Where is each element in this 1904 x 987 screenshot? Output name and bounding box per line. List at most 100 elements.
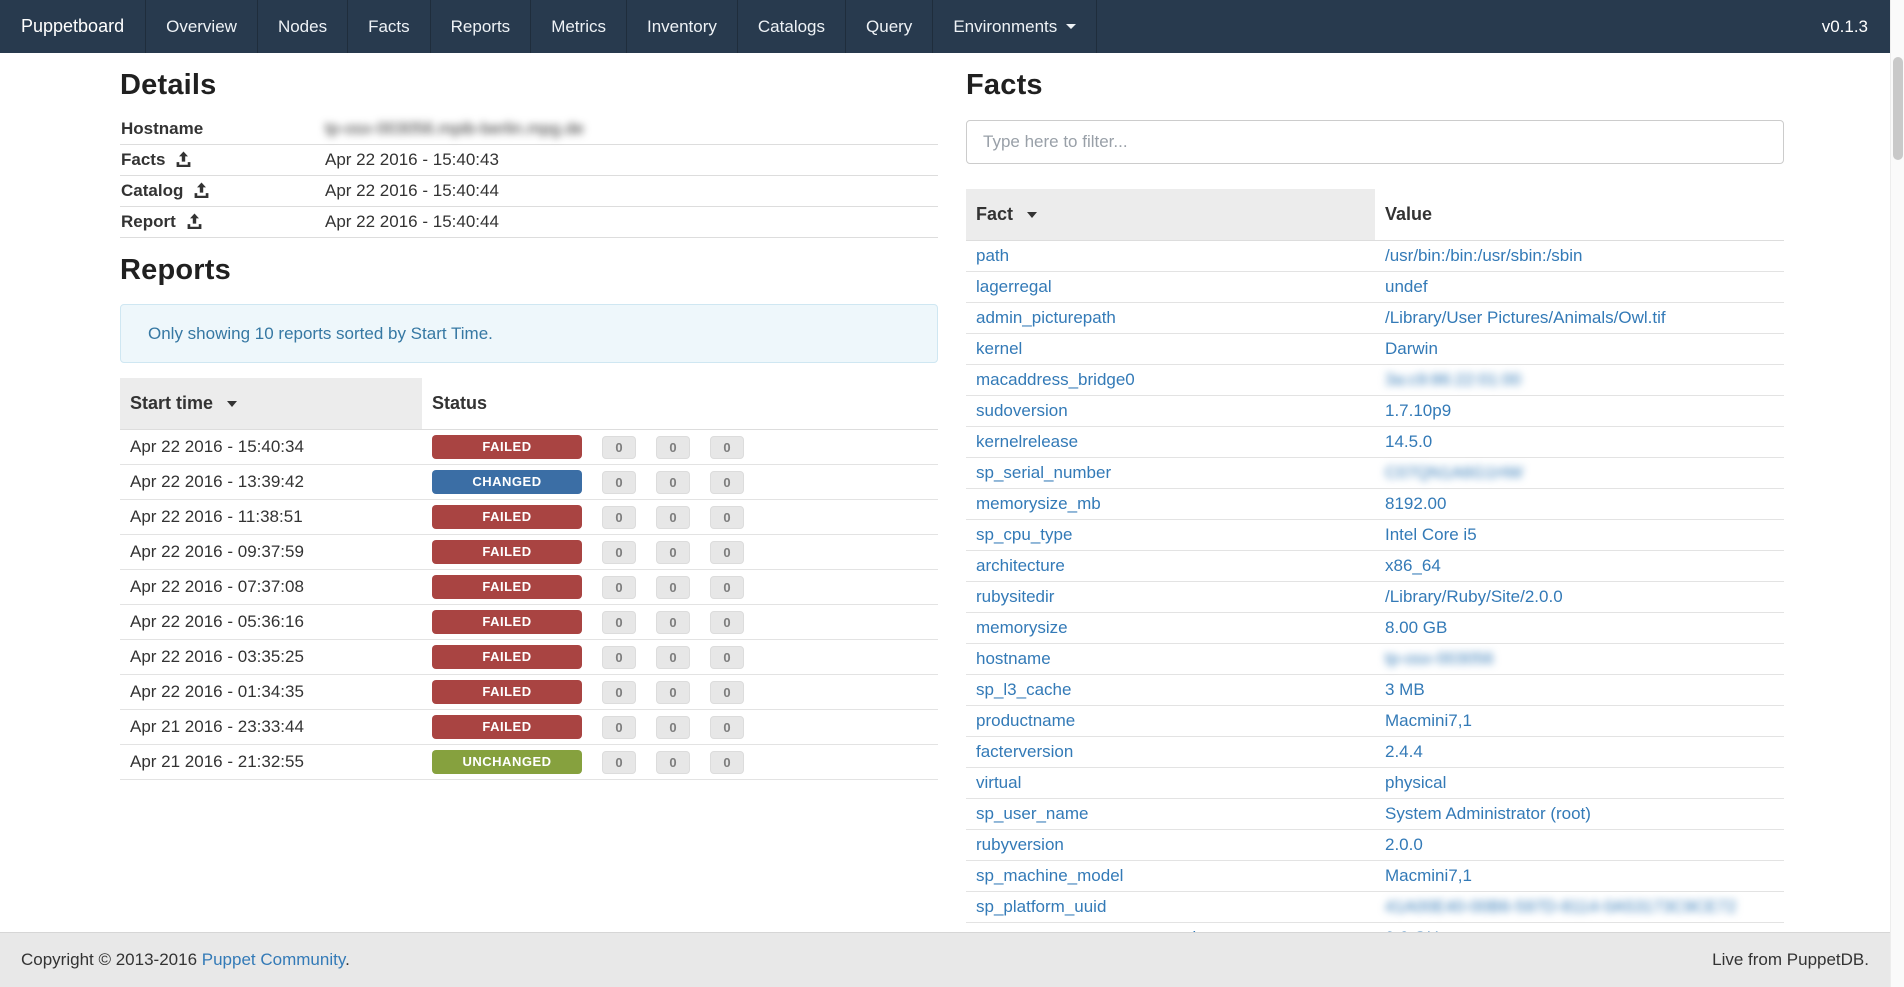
fact-name-link[interactable]: admin_picturepath <box>976 308 1116 327</box>
status-badge[interactable]: FAILED <box>432 645 582 669</box>
fact-name-link[interactable]: macaddress_bridge0 <box>976 370 1135 389</box>
details-row: Hostnametp-osx-003056.mpib-berlin.mpg.de <box>120 114 938 145</box>
count-badge: 0 <box>656 681 690 704</box>
report-row: Apr 22 2016 - 09:37:59FAILED000 <box>120 535 938 570</box>
fact-name-link[interactable]: virtual <box>976 773 1021 792</box>
fact-name-link[interactable]: rubysitedir <box>976 587 1054 606</box>
status-badge[interactable]: FAILED <box>432 505 582 529</box>
fact-header-label: Fact <box>976 204 1013 224</box>
upload-icon[interactable] <box>193 182 210 199</box>
report-count-cell: 0 <box>592 500 646 535</box>
facts-filter-input[interactable] <box>966 120 1784 164</box>
puppet-community-link[interactable]: Puppet Community <box>202 950 345 969</box>
nav-item-nodes[interactable]: Nodes <box>258 0 348 53</box>
details-table: Hostnametp-osx-003056.mpib-berlin.mpg.de… <box>120 114 938 238</box>
fact-name-cell: facterversion <box>966 737 1375 768</box>
fact-value: tp-osx-003056 <box>1385 649 1494 668</box>
fact-name-link[interactable]: sp_machine_model <box>976 866 1123 885</box>
count-badge: 0 <box>602 611 636 634</box>
status-badge[interactable]: FAILED <box>432 715 582 739</box>
nav-items: OverviewNodesFactsReportsMetricsInventor… <box>146 0 933 53</box>
fact-name-link[interactable]: sp_platform_uuid <box>976 897 1106 916</box>
status-badge[interactable]: FAILED <box>432 680 582 704</box>
count-badge: 0 <box>656 506 690 529</box>
report-start-time: Apr 21 2016 - 21:32:55 <box>120 745 422 780</box>
report-row: Apr 22 2016 - 13:39:42CHANGED000 <box>120 465 938 500</box>
copyright-period: . <box>345 950 350 969</box>
fact-name-link[interactable]: memorysize <box>976 618 1068 637</box>
reports-sort-start-time[interactable]: Start time <box>120 378 422 430</box>
nav-item-catalogs[interactable]: Catalogs <box>738 0 846 53</box>
count-badge: 0 <box>710 436 744 459</box>
fact-row: hostname tp-osx-003056 <box>966 644 1784 675</box>
fact-name-link[interactable]: sp_user_name <box>976 804 1088 823</box>
count-badge: 0 <box>656 646 690 669</box>
fact-row: admin_picturepath/Library/User Pictures/… <box>966 303 1784 334</box>
status-badge[interactable]: UNCHANGED <box>432 750 582 774</box>
status-badge[interactable]: FAILED <box>432 575 582 599</box>
fact-name-link[interactable]: path <box>976 246 1009 265</box>
report-status-cell: FAILED <box>422 710 592 745</box>
upload-icon[interactable] <box>175 151 192 168</box>
count-badge: 0 <box>602 541 636 564</box>
nav-item-facts[interactable]: Facts <box>348 0 431 53</box>
report-start-time: Apr 22 2016 - 05:36:16 <box>120 605 422 640</box>
details-row: CatalogApr 22 2016 - 15:40:44 <box>120 176 938 207</box>
report-start-time: Apr 22 2016 - 03:35:25 <box>120 640 422 675</box>
nav-item-reports[interactable]: Reports <box>431 0 532 53</box>
status-badge[interactable]: FAILED <box>432 540 582 564</box>
nav-item-inventory[interactable]: Inventory <box>627 0 738 53</box>
fact-name-link[interactable]: facterversion <box>976 742 1073 761</box>
sort-desc-icon <box>227 401 237 407</box>
nav-item-query[interactable]: Query <box>846 0 933 53</box>
status-badge[interactable]: CHANGED <box>432 470 582 494</box>
fact-name-cell: virtual <box>966 768 1375 799</box>
report-count-cell: 0 <box>700 675 754 710</box>
details-label: Facts <box>120 145 325 176</box>
fact-value: Macmini7,1 <box>1385 711 1472 730</box>
fact-name-link[interactable]: architecture <box>976 556 1065 575</box>
fact-value: 41A00E40-00B6-597D-8114-0A53173C9CE72 <box>1385 897 1736 916</box>
details-label: Catalog <box>120 176 325 207</box>
report-row: Apr 21 2016 - 21:32:55UNCHANGED000 <box>120 745 938 780</box>
fact-name-link[interactable]: kernel <box>976 339 1022 358</box>
scrollbar-thumb[interactable] <box>1893 57 1903 160</box>
fact-name-link[interactable]: lagerregal <box>976 277 1052 296</box>
brand-link[interactable]: Puppetboard <box>0 0 146 53</box>
fact-value: 2.0.0 <box>1385 835 1423 854</box>
report-count-cell: 0 <box>646 675 700 710</box>
fact-name-link[interactable]: kernelrelease <box>976 432 1078 451</box>
upload-icon[interactable] <box>186 213 203 230</box>
facts-sort-fact[interactable]: Fact <box>966 189 1375 241</box>
start-time-header-label: Start time <box>130 393 213 413</box>
report-count-cell: 0 <box>592 710 646 745</box>
fact-row: memorysize_mb8192.00 <box>966 489 1784 520</box>
fact-row: path/usr/bin:/bin:/usr/sbin:/sbin <box>966 241 1784 272</box>
nav-item-overview[interactable]: Overview <box>146 0 258 53</box>
report-row: Apr 22 2016 - 11:38:51FAILED000 <box>120 500 938 535</box>
fact-name-link[interactable]: memorysize_mb <box>976 494 1101 513</box>
scrollbar[interactable] <box>1890 0 1904 987</box>
report-count-cell: 0 <box>646 465 700 500</box>
report-status-cell: UNCHANGED <box>422 745 592 780</box>
fact-name-link[interactable]: productname <box>976 711 1075 730</box>
fact-name-link[interactable]: hostname <box>976 649 1051 668</box>
status-badge[interactable]: FAILED <box>432 435 582 459</box>
report-start-time: Apr 22 2016 - 01:34:35 <box>120 675 422 710</box>
puppetdb-status: Live from PuppetDB. <box>1712 950 1869 970</box>
value-header-label: Value <box>1385 204 1432 224</box>
details-title: Details <box>120 69 938 102</box>
report-count-cell: 0 <box>646 500 700 535</box>
nav-item-environments[interactable]: Environments <box>933 0 1097 53</box>
details-value: tp-osx-003056.mpib-berlin.mpg.de <box>325 114 938 145</box>
nav-item-metrics[interactable]: Metrics <box>531 0 627 53</box>
fact-value-cell: C07QN1A6G1HW <box>1375 458 1784 489</box>
fact-name-link[interactable]: sp_cpu_type <box>976 525 1072 544</box>
fact-name-link[interactable]: sudoversion <box>976 401 1068 420</box>
status-badge[interactable]: FAILED <box>432 610 582 634</box>
fact-name-link[interactable]: sp_serial_number <box>976 463 1111 482</box>
fact-name-link[interactable]: sp_l3_cache <box>976 680 1071 699</box>
fact-name-link[interactable]: rubyversion <box>976 835 1064 854</box>
report-count-cell: 0 <box>592 605 646 640</box>
report-count-cell: 0 <box>592 535 646 570</box>
